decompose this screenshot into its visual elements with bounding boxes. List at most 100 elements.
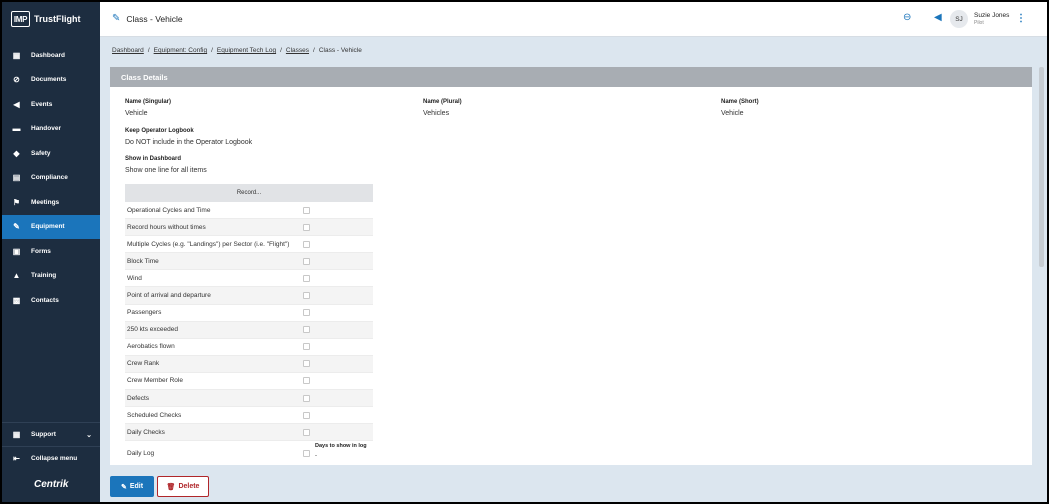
clipboard-icon: ▤ xyxy=(12,173,21,183)
paperclip-icon: ⊘ xyxy=(13,75,20,85)
sidebar: IMP TrustFlight ▦ Dashboard ⊘ Documents ◀ Eve… xyxy=(2,2,100,502)
sidebar-item-meetings[interactable]: ⚑ Meetings xyxy=(2,190,100,215)
sidebar-item-collapse-menu[interactable]: ⇤ Collapse menu xyxy=(2,446,100,470)
link-icon[interactable]: ⊖ xyxy=(903,12,911,23)
record-row-label: Multiple Cycles (e.g. "Landings") per Se… xyxy=(127,240,290,248)
sidebar-item-documents[interactable]: ⊘ Documents xyxy=(2,68,100,93)
record-row-checkbox xyxy=(303,411,310,419)
breadcrumb-equipment-tech-log[interactable]: Equipment Tech Log xyxy=(217,47,276,54)
show-dashboard-value: Show one line for all items xyxy=(125,167,207,174)
table-row: Crew Member Role xyxy=(125,373,373,391)
name-singular-value: Vehicle xyxy=(125,110,148,117)
sidebar-item-contacts[interactable]: ▩ Contacts xyxy=(2,288,100,313)
top-bar: ✎ Class - Vehicle ⊖ ◀ SJ Suzie Jones Pil… xyxy=(100,2,1047,37)
edit-button-label: Edit xyxy=(129,483,144,490)
table-row: Daily Checks xyxy=(125,424,373,442)
keep-logbook-value: Do NOT include in the Operator Logbook xyxy=(125,139,253,146)
record-row-checkbox xyxy=(303,292,310,300)
table-row: Record hours without times xyxy=(125,219,373,237)
sidebar-item-dashboard[interactable]: ▦ Dashboard xyxy=(2,43,100,68)
record-row-label: Defects xyxy=(127,394,150,402)
sidebar-item-support[interactable]: ▦ Support ⌄ xyxy=(2,422,100,446)
daily-log-checkbox xyxy=(303,449,310,457)
days-in-log-value: - xyxy=(315,453,317,460)
table-row: Defects xyxy=(125,390,373,408)
sidebar-item-label: Dashboard xyxy=(31,51,65,59)
user-name: Suzie Jones xyxy=(974,12,1010,19)
record-row-checkbox xyxy=(303,360,310,368)
record-row-checkbox xyxy=(303,206,310,214)
collapse-label: Collapse menu xyxy=(31,455,78,462)
dashboard-icon: ▦ xyxy=(12,50,21,60)
record-row-label: Wind xyxy=(127,274,142,282)
days-in-log-label: Days to show in log xyxy=(315,443,367,450)
page-scrollbar[interactable] xyxy=(1039,67,1044,267)
sidebar-item-safety[interactable]: ◆ Safety xyxy=(2,141,100,166)
record-row-checkbox xyxy=(303,223,310,231)
name-short-label: Name (Short) xyxy=(721,99,759,105)
card-header: Class Details xyxy=(110,67,1032,87)
name-plural-label: Name (Plural) xyxy=(423,99,462,105)
megaphone-icon[interactable]: ◀ xyxy=(934,12,942,23)
page-title-wrap: ✎ Class - Vehicle xyxy=(112,13,183,24)
table-row: Crew Rank xyxy=(125,355,373,373)
table-row: Multiple Cycles (e.g. "Landings") per Se… xyxy=(125,236,373,254)
user-menu[interactable]: SJ Suzie Jones Pilot xyxy=(950,10,1009,28)
keep-logbook-label: Keep Operator Logbook xyxy=(125,128,194,134)
sidebar-item-handover[interactable]: ▬ Handover xyxy=(2,117,100,142)
record-row-checkbox xyxy=(303,428,310,436)
breadcrumb-dashboard[interactable]: Dashboard xyxy=(112,47,144,54)
sidebar-item-training[interactable]: ▲ Training xyxy=(2,264,100,289)
logo-mark: IMP xyxy=(11,11,30,27)
record-row-checkbox xyxy=(303,377,310,385)
graduation-cap-icon: ▲ xyxy=(12,271,21,281)
table-row: Aerobatics flown xyxy=(125,339,373,356)
table-row: Wind xyxy=(125,270,373,288)
sidebar-item-label: Compliance xyxy=(31,174,68,182)
chevron-down-icon: ⌄ xyxy=(86,431,92,439)
table-row: Operational Cycles and Time xyxy=(125,202,373,220)
sidebar-item-label: Documents xyxy=(31,76,67,84)
class-details-card: Class Details Name (Singular) Vehicle Na… xyxy=(110,67,1032,465)
sidebar-item-label: Safety xyxy=(31,149,51,157)
wrench-icon: ✎ xyxy=(112,13,121,24)
app-frame: IMP TrustFlight ▦ Dashboard ⊘ Documents ◀ Eve… xyxy=(2,2,1047,502)
edit-button[interactable]: ✎ Edit xyxy=(110,476,154,497)
page-title: Class - Vehicle xyxy=(126,13,183,24)
trash-icon: 🗑 xyxy=(166,483,176,491)
truck-icon: ▬ xyxy=(12,124,21,134)
record-row-checkbox xyxy=(303,394,310,402)
user-role: Pilot xyxy=(974,20,984,26)
breadcrumb-equipment-config[interactable]: Equipment: Config xyxy=(154,47,207,54)
record-row-label: Crew Rank xyxy=(127,360,160,368)
sidebar-item-label: Forms xyxy=(31,247,51,255)
shield-icon: ◆ xyxy=(13,148,20,158)
sidebar-nav: ▦ Dashboard ⊘ Documents ◀ Events ▬ Handover ◆ Saf… xyxy=(2,43,100,313)
more-vertical-icon[interactable]: ⋮ xyxy=(1016,13,1026,24)
delete-button-label: Delete xyxy=(178,483,200,490)
breadcrumb: Dashboard / Equipment: Config / Equipment … xyxy=(112,47,362,54)
sidebar-item-forms[interactable]: ▣ Forms xyxy=(2,239,100,264)
sidebar-item-label: Handover xyxy=(31,125,61,133)
record-header: Record... xyxy=(125,184,373,202)
sidebar-item-label: Training xyxy=(31,272,57,280)
breadcrumb-classes[interactable]: Classes xyxy=(286,47,309,54)
name-short-value: Vehicle xyxy=(721,110,744,117)
table-row: 250 kts exceeded xyxy=(125,321,373,339)
record-row-label: Operational Cycles and Time xyxy=(127,206,211,214)
delete-button[interactable]: 🗑 Delete xyxy=(157,476,209,497)
sidebar-item-label: Meetings xyxy=(31,198,60,206)
sidebar-bottom: ▦ Support ⌄ ⇤ Collapse menu xyxy=(2,422,100,470)
record-row-label: Record hours without times xyxy=(127,223,206,231)
sidebar-item-events[interactable]: ◀ Events xyxy=(2,92,100,117)
centrik-logo: Centrik xyxy=(34,479,69,490)
logo-name: TrustFlight xyxy=(34,14,81,24)
record-row-label: 250 kts exceeded xyxy=(127,326,178,334)
sidebar-item-label: Contacts xyxy=(31,296,59,304)
table-row-daily-log: Daily Log Days to show in log - xyxy=(125,441,373,465)
logo[interactable]: IMP TrustFlight xyxy=(11,11,81,27)
record-row-checkbox xyxy=(303,257,310,265)
sidebar-item-compliance[interactable]: ▤ Compliance xyxy=(2,166,100,191)
sidebar-item-equipment[interactable]: ✎ Equipment xyxy=(2,214,100,239)
record-row-checkbox xyxy=(303,309,310,317)
